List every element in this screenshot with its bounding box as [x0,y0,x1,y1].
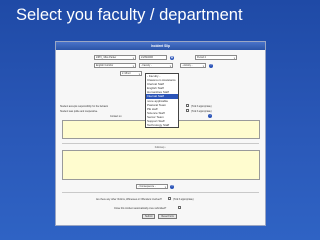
severity-value: 2. Minor [122,72,131,75]
accepts-checkbox[interactable] [186,104,189,107]
faculty-value: - Faculty - [141,64,152,67]
period-value: Period 2 [197,56,206,59]
tick-hint: (Tick if appropriate) [191,110,212,113]
period-select[interactable]: Period 2 ▾ [195,55,237,60]
location-value: English Corridor [96,64,114,67]
divider [62,192,259,193]
close-question: Close this incident automatically once s… [114,207,167,210]
help-icon[interactable]: ? [170,184,174,189]
followup-label: Followup ↓ [154,146,167,149]
consequence-value: - Consequence - [138,185,156,188]
divider [62,143,259,144]
followup-textarea[interactable] [62,150,260,180]
date-value: 21/09/2006 [141,56,153,59]
polite-label: Student was polite and cooperative. [60,110,98,113]
accepts-responsibility-label: Student accepts responsibility for the b… [60,105,109,108]
faculty-select[interactable]: - Faculty - ▾ [139,63,173,68]
faculty-option[interactable]: Technology Staff [146,123,178,127]
slide-title: Select you faculty / department [16,6,243,24]
chevron-down-icon: ▾ [132,65,134,68]
chevron-down-icon: ▾ [202,65,204,68]
student-value: 24P3_ Miss Parker [96,56,117,59]
chevron-down-icon: ▾ [132,57,134,60]
incident-slip-form: Incident Slip 24P3_ Miss Parker ▾ 21/09/… [55,41,266,226]
close-checkbox[interactable] [178,206,181,209]
contact-label: Contact on [110,115,122,118]
activity-select[interactable]: - Activity - ▾ [180,63,206,68]
tick-hint: (Tick if appropriate) [191,105,212,108]
form-header: Incident Slip [56,42,265,50]
calendar-icon[interactable]: ▦ [170,55,174,60]
victims-checkbox[interactable] [168,197,171,200]
date-field[interactable]: 21/09/2006 [139,55,167,60]
location-select[interactable]: English Corridor ▾ [94,63,136,68]
student-select[interactable]: 24P3_ Miss Parker ▾ [94,55,136,60]
activity-value: - Activity - [182,64,193,67]
polite-checkbox[interactable] [186,109,189,112]
chevron-down-icon: ▾ [138,73,140,76]
chevron-down-icon: ▾ [164,186,166,189]
info-icon[interactable]: i [208,114,212,118]
submit-button[interactable]: Submit [142,214,156,219]
victims-tick-hint: (Tick if appropriate) [173,198,194,201]
severity-select[interactable]: 2. Minor ▾ [120,71,142,76]
victims-question: Are there any other Victims, Witnesses o… [96,198,162,201]
consequence-select[interactable]: - Consequence - ▾ [136,184,168,189]
faculty-dropdown-list[interactable]: - Faculty - Classroom Assistants Clerica… [145,73,179,129]
chevron-down-icon: ▾ [233,57,235,60]
help-icon[interactable]: ? [209,63,213,68]
chevron-down-icon: ▾ [169,65,171,68]
reset-form-button[interactable]: Reset Form [158,214,177,219]
